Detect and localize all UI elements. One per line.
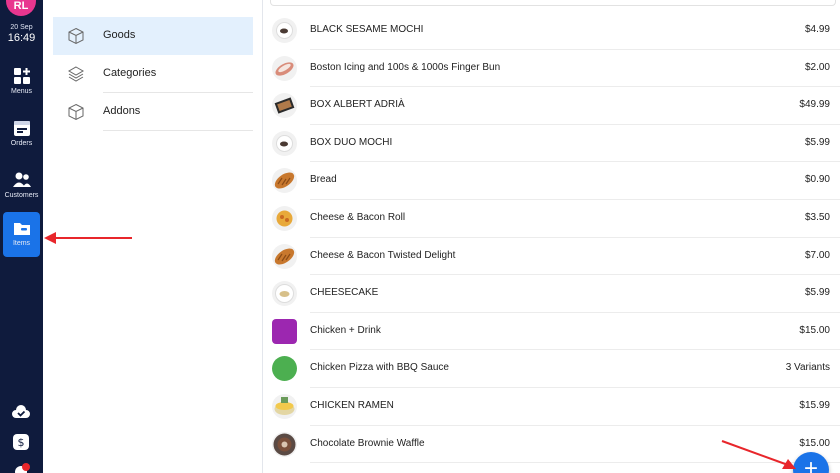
product-price: $15.99 [799, 400, 830, 411]
box-icon [68, 27, 84, 45]
product-thumbnail [272, 93, 297, 119]
left-rail: RL 20 Sep 16:49 Menus Orders Customers I… [0, 0, 43, 473]
product-thumbnail [272, 55, 297, 81]
cloud-check-icon[interactable] [11, 402, 31, 422]
product-name: Chicken Pizza with BBQ Sauce [310, 362, 449, 374]
product-price: $49.99 [799, 99, 830, 111]
product-row[interactable]: Chocolate Brownie Waffle $15.00 [264, 426, 840, 464]
product-row[interactable]: BOX DUO MOCHI $5.99 [264, 125, 840, 163]
product-thumbnail [272, 206, 297, 231]
rail-label-menus: Menus [10, 88, 32, 95]
box-icon [68, 103, 84, 121]
product-row[interactable]: Bread $0.90 [264, 162, 840, 200]
product-color-swatch [272, 318, 297, 344]
product-thumbnail [272, 281, 297, 307]
grid-plus-icon [13, 68, 30, 84]
product-list: BLACK SESAME MOCHI $4.99 Boston Icing and … [264, 0, 840, 473]
product-thumbnail [272, 18, 297, 43]
product-thumbnail [272, 130, 297, 156]
product-row[interactable]: Chicken Pizza with BBQ Sauce 3 Variants [264, 350, 840, 388]
product-row[interactable]: Cheese & Bacon Roll $3.50 [264, 200, 840, 238]
avatar[interactable]: RL [6, 0, 36, 16]
product-price: $5.99 [804, 136, 830, 148]
items-subnav: Goods Categories Addons [43, 0, 263, 473]
subnav-label-addons: Addons [103, 105, 141, 117]
product-thumbnail [272, 431, 297, 457]
product-thumbnail [272, 243, 297, 269]
product-name: CHEESECAKE [310, 287, 379, 299]
product-row[interactable]: BLACK SESAME MOCHI $4.99 [264, 12, 840, 50]
current-date: 20 Sep [10, 24, 33, 31]
subnav-item-categories[interactable]: Categories [53, 55, 253, 93]
product-price: $15.00 [799, 437, 830, 449]
product-row[interactable]: Cheese & Bacon Twisted Delight $7.00 [264, 238, 840, 276]
rail-label-orders: Orders [10, 140, 33, 147]
product-name: BOX ALBERT ADRIÀ [310, 99, 405, 111]
rail-item-menus[interactable]: Menus [0, 60, 43, 105]
subnav-label-goods: Goods [103, 29, 136, 41]
product-thumbnail [272, 168, 297, 194]
app-root: RL 20 Sep 16:49 Menus Orders Customers I… [0, 0, 840, 473]
product-price: $4.99 [804, 24, 830, 35]
product-price: $5.99 [804, 287, 830, 299]
product-color-swatch [272, 356, 297, 382]
product-price: 3 Variants [785, 362, 830, 374]
product-row[interactable]: Boston Icing and 100s & 1000s Finger Bun… [264, 50, 840, 88]
rail-item-items[interactable]: Items [3, 212, 40, 257]
product-row[interactable]: Chicken + Drink $15.00 [264, 313, 840, 351]
rail-label-customers: Customers [4, 192, 39, 199]
cash-register-icon[interactable]: $ [11, 432, 31, 452]
subnav-item-goods[interactable]: Goods [53, 17, 253, 55]
orders-icon [13, 121, 30, 136]
subnav-divider [103, 130, 253, 131]
rail-label-items: Items [12, 240, 31, 247]
product-thumbnail [272, 394, 297, 419]
product-row[interactable]: CHICKEN RAMEN $15.99 [264, 388, 840, 426]
search-bar-edge [270, 0, 836, 6]
rail-item-orders[interactable]: Orders [0, 112, 43, 157]
row-divider [310, 462, 840, 464]
subnav-item-addons[interactable]: Addons [53, 93, 253, 131]
users-icon [12, 172, 31, 187]
svg-text:$: $ [18, 436, 25, 449]
folder-icon [13, 223, 30, 235]
product-name: BLACK SESAME MOCHI [310, 24, 424, 35]
product-name: Boston Icing and 100s & 1000s Finger Bun [310, 61, 501, 73]
product-name: CHICKEN RAMEN [310, 400, 394, 411]
product-row[interactable]: BOX ALBERT ADRIÀ $49.99 [264, 87, 840, 125]
product-price: $7.00 [804, 249, 830, 261]
product-price: $2.00 [804, 61, 830, 73]
notification-icon[interactable] [11, 462, 31, 473]
product-price: $0.90 [804, 174, 830, 186]
product-name: Cheese & Bacon Roll [310, 212, 406, 223]
product-name: Cheese & Bacon Twisted Delight [310, 249, 456, 261]
product-name: Bread [310, 174, 337, 186]
product-price: $3.50 [804, 212, 830, 223]
subnav-label-categories: Categories [103, 67, 157, 79]
current-time: 16:49 [7, 32, 36, 44]
product-name: Chocolate Brownie Waffle [310, 437, 425, 449]
layers-icon [67, 66, 85, 82]
product-name: BOX DUO MOCHI [310, 136, 393, 148]
product-price: $15.00 [799, 324, 830, 336]
product-row[interactable]: CHEESECAKE $5.99 [264, 275, 840, 313]
rail-item-customers[interactable]: Customers [0, 164, 43, 209]
product-name: Chicken + Drink [310, 324, 381, 336]
